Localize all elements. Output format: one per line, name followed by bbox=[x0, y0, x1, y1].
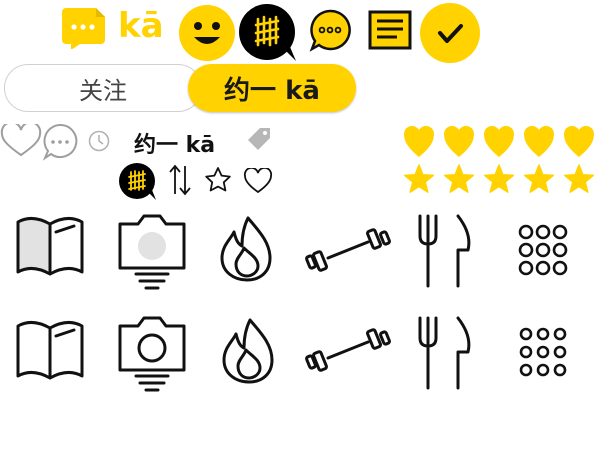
dumbbell-icon bbox=[304, 222, 392, 278]
rating-heart-icon[interactable] bbox=[523, 126, 555, 157]
book-filled-icon bbox=[12, 210, 88, 282]
check-circle-icon[interactable] bbox=[419, 2, 481, 64]
brand-logo-text: kā bbox=[118, 6, 164, 46]
date-button[interactable]: 约一 kā bbox=[188, 64, 356, 112]
fork-knife-outline-icon bbox=[414, 314, 480, 390]
sort-arrows-icon[interactable] bbox=[166, 162, 194, 198]
grill-badge-icon[interactable] bbox=[238, 3, 300, 65]
rating-heart-icon[interactable] bbox=[443, 126, 475, 157]
smiley-icon bbox=[178, 4, 236, 62]
follow-button[interactable]: 关注 bbox=[4, 64, 202, 112]
dots-grid-icon bbox=[512, 220, 578, 280]
speech-bubble-icon bbox=[308, 8, 354, 54]
fork-knife-icon bbox=[414, 212, 480, 288]
notes-icon bbox=[368, 10, 412, 50]
book-outline-icon bbox=[12, 314, 88, 386]
date-label: 约一 kā bbox=[134, 133, 216, 158]
flame-icon bbox=[214, 214, 280, 284]
rating-star-icon[interactable] bbox=[523, 164, 555, 193]
dots-grid-outline-icon bbox=[512, 322, 578, 382]
chat-bubble-icon bbox=[60, 5, 108, 49]
camera-filled-icon bbox=[114, 210, 190, 290]
comment-icon[interactable] bbox=[40, 122, 80, 162]
clock-icon bbox=[88, 130, 110, 152]
star-rating[interactable] bbox=[402, 162, 596, 198]
dumbbell-outline-icon bbox=[304, 322, 392, 378]
star-outline-icon[interactable] bbox=[204, 166, 232, 194]
grill-badge-small-icon[interactable] bbox=[118, 162, 158, 202]
camera-outline-icon bbox=[114, 312, 190, 392]
flame-outline-icon bbox=[216, 316, 282, 386]
rating-star-icon[interactable] bbox=[563, 164, 595, 193]
heart-outline-icon[interactable] bbox=[0, 124, 42, 158]
tag-icon bbox=[246, 126, 274, 154]
rating-heart-icon[interactable] bbox=[403, 126, 435, 157]
rating-heart-icon[interactable] bbox=[563, 126, 595, 157]
rating-star-icon[interactable] bbox=[483, 164, 515, 193]
rating-heart-icon[interactable] bbox=[483, 126, 515, 157]
rating-star-icon[interactable] bbox=[443, 164, 475, 193]
rating-star-icon[interactable] bbox=[403, 164, 435, 193]
heart-rating[interactable] bbox=[402, 126, 596, 160]
heart-outline-small-icon[interactable] bbox=[243, 168, 273, 194]
